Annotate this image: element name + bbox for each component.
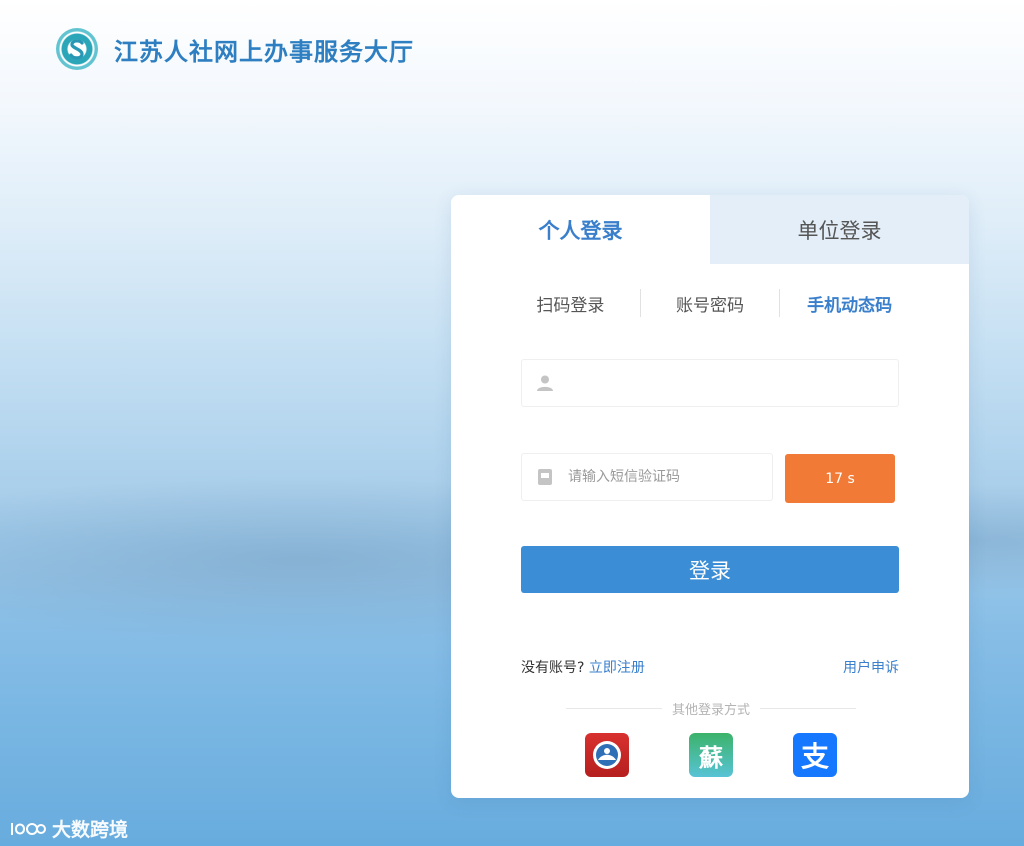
phone-input[interactable] <box>568 360 898 406</box>
sms-code-input[interactable] <box>568 454 772 500</box>
complaint-link[interactable]: 用户申诉 <box>843 657 899 677</box>
register-prompt: 没有账号? 立即注册 <box>521 657 645 677</box>
watermark-text: 大数跨境 <box>52 819 129 841</box>
tab-personal-login[interactable]: 个人登录 <box>451 195 710 264</box>
no-account-text: 没有账号? <box>521 660 585 676</box>
divider-line <box>566 708 662 709</box>
tab-company-login[interactable]: 单位登录 <box>710 195 969 264</box>
login-type-tabs: 个人登录 单位登录 <box>451 195 969 264</box>
tab-qrcode-login[interactable]: 扫码登录 <box>501 291 640 316</box>
sms-code-field[interactable] <box>521 453 773 501</box>
user-icon <box>522 374 568 392</box>
register-link[interactable]: 立即注册 <box>589 660 645 676</box>
account-links: 没有账号? 立即注册 用户申诉 <box>521 657 899 677</box>
divider-line <box>760 708 857 709</box>
other-login-divider: 其他登录方式 <box>566 699 857 718</box>
phone-field[interactable] <box>521 359 899 407</box>
resend-code-button[interactable]: 17 s <box>785 454 895 503</box>
other-login-label: 其他登录方式 <box>672 703 751 718</box>
site-header: 江苏人社网上办事服务大厅 <box>56 28 414 70</box>
logo-icon <box>56 28 98 70</box>
alipay-login-icon[interactable]: 支 <box>793 733 837 777</box>
site-title: 江苏人社网上办事服务大厅 <box>114 36 414 66</box>
app-login-icon[interactable] <box>585 733 629 777</box>
login-card: 个人登录 单位登录 扫码登录 账号密码 手机动态码 17 s 登录 没 <box>451 195 969 798</box>
message-icon <box>522 468 568 486</box>
watermark: 大数跨境 <box>10 815 128 842</box>
login-method-tabs: 扫码登录 账号密码 手机动态码 <box>501 288 919 318</box>
watermark-logo-icon <box>11 822 46 835</box>
tab-password-login[interactable]: 账号密码 <box>641 291 780 316</box>
login-button[interactable]: 登录 <box>521 546 899 593</box>
third-party-login-icons: 蘇 支 <box>451 733 969 777</box>
su-login-icon[interactable]: 蘇 <box>689 733 733 777</box>
tab-sms-login[interactable]: 手机动态码 <box>780 291 919 316</box>
